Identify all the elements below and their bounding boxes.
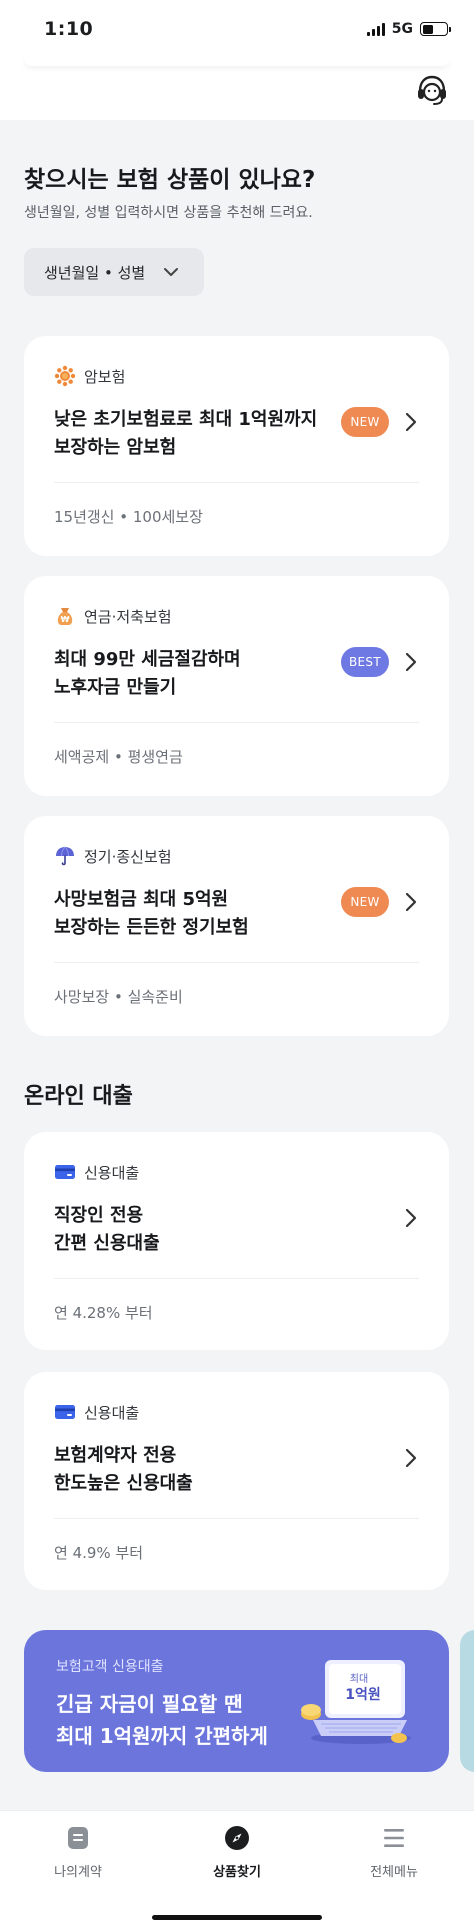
bottom-tab-bar: 나의계약 상품찾기 전체메뉴 bbox=[0, 1810, 474, 1930]
tab-label: 상품찾기 bbox=[213, 1865, 261, 1880]
sun-flower-icon bbox=[54, 365, 76, 387]
new-badge: NEW bbox=[341, 407, 389, 437]
status-bar: 1:10 5G bbox=[0, 0, 474, 58]
chevron-right-icon bbox=[405, 1448, 417, 1468]
cellular-signal-icon bbox=[366, 22, 385, 36]
chevron-down-icon bbox=[164, 268, 179, 276]
card-footer: 연 4.9% 부터 bbox=[54, 1544, 144, 1562]
banner-tag-amount: 1억원 bbox=[345, 1687, 381, 1703]
chevron-right-icon bbox=[405, 412, 417, 432]
status-time: 1:10 bbox=[44, 18, 94, 40]
tab-find-products[interactable]: 상품찾기 bbox=[177, 1825, 297, 1880]
card-title-line2: 보장하는 암보험 bbox=[54, 437, 177, 458]
card-category-label: 정기·종신보험 bbox=[84, 847, 172, 866]
card-title-line2: 간편 신용대출 bbox=[54, 1233, 160, 1254]
birthdate-gender-label: 생년월일 • 성별 bbox=[44, 263, 146, 282]
card-title: 보험계약자 전용 한도높은 신용대출 bbox=[54, 1442, 344, 1498]
tab-label: 전체메뉴 bbox=[370, 1865, 418, 1880]
network-type: 5G bbox=[391, 21, 413, 37]
hamburger-menu-icon bbox=[384, 1829, 404, 1847]
card-category-label: 신용대출 bbox=[84, 1163, 140, 1182]
card-divider bbox=[54, 482, 419, 483]
card-divider bbox=[54, 962, 419, 963]
tab-all-menu[interactable]: 전체메뉴 bbox=[334, 1825, 454, 1880]
svg-text:₩: ₩ bbox=[61, 615, 70, 624]
next-banner-peek[interactable] bbox=[460, 1630, 474, 1772]
card-title-line1: 직장인 전용 bbox=[54, 1205, 144, 1226]
banner-headline-line1: 긴급 자금이 필요할 땐 bbox=[56, 1692, 243, 1716]
best-badge: BEST bbox=[341, 647, 389, 677]
banner-tag-max: 최대 bbox=[349, 1674, 369, 1685]
loan-promo-banner[interactable]: 보험고객 신용대출 긴급 자금이 필요할 땐 최대 1억원까지 간편하게 최대 … bbox=[24, 1630, 449, 1772]
card-footer: 세액공제 • 평생연금 bbox=[54, 748, 183, 766]
card-title-line2: 보장하는 든든한 정기보험 bbox=[54, 917, 249, 938]
document-icon bbox=[68, 1827, 88, 1849]
card-title-line1: 사망보험금 최대 5억원 bbox=[54, 889, 229, 910]
money-pouch-icon: ₩ bbox=[57, 608, 73, 625]
umbrella-icon bbox=[56, 846, 74, 866]
new-badge: NEW bbox=[341, 887, 389, 917]
credit-card-icon bbox=[55, 1165, 75, 1179]
card-title-line1: 낮은 초기보험료로 최대 1억원까지 bbox=[54, 409, 318, 430]
insurance-card-cancer[interactable]: 암보험 낮은 초기보험료로 최대 1억원까지 보장하는 암보험 NEW 15년갱… bbox=[24, 336, 449, 556]
card-category: 정기·종신보험 bbox=[54, 845, 172, 867]
tab-my-contracts[interactable]: 나의계약 bbox=[18, 1825, 138, 1880]
card-category-label: 암보험 bbox=[84, 367, 126, 386]
loan-card-policyholder[interactable]: 신용대출 보험계약자 전용 한도높은 신용대출 연 4.9% 부터 bbox=[24, 1372, 449, 1590]
card-title: 낮은 초기보험료로 최대 1억원까지 보장하는 암보험 bbox=[54, 406, 344, 462]
insurance-card-pension[interactable]: ₩ 연금·저축보험 최대 99만 세금절감하며 노후자금 만들기 BEST 세액… bbox=[24, 576, 449, 796]
card-category: ₩ 연금·저축보험 bbox=[54, 605, 172, 627]
card-divider bbox=[54, 722, 419, 723]
status-indicators: 5G bbox=[366, 21, 451, 37]
compass-icon bbox=[225, 1826, 249, 1850]
insurance-section-subtitle: 생년월일, 성별 입력하시면 상품을 추천해 드려요. bbox=[24, 205, 313, 221]
card-title-line1: 최대 99만 세금절감하며 bbox=[54, 649, 241, 670]
tab-label: 나의계약 bbox=[54, 1865, 102, 1880]
card-footer: 사망보장 • 실속준비 bbox=[54, 988, 183, 1006]
home-indicator bbox=[152, 1915, 322, 1920]
card-category: 신용대출 bbox=[54, 1401, 139, 1423]
card-footer: 연 4.28% 부터 bbox=[54, 1304, 153, 1322]
chevron-right-icon bbox=[405, 652, 417, 672]
insurance-section-title: 찾으시는 보험 상품이 있나요? bbox=[24, 167, 316, 193]
chevron-right-icon bbox=[405, 1208, 417, 1228]
card-category: 암보험 bbox=[54, 365, 125, 387]
loan-section-title: 온라인 대출 bbox=[24, 1084, 133, 1109]
card-category-label: 신용대출 bbox=[84, 1403, 140, 1422]
top-header bbox=[0, 58, 474, 120]
card-title: 사망보험금 최대 5억원 보장하는 든든한 정기보험 bbox=[54, 886, 344, 942]
credit-card-icon bbox=[55, 1405, 75, 1419]
card-title: 직장인 전용 간편 신용대출 bbox=[54, 1202, 344, 1258]
battery-icon bbox=[420, 22, 451, 36]
card-title: 최대 99만 세금절감하며 노후자금 만들기 bbox=[54, 646, 344, 702]
card-title-line2: 노후자금 만들기 bbox=[54, 677, 177, 698]
customer-service-headset-icon[interactable] bbox=[414, 72, 450, 108]
banner-kicker: 보험고객 신용대출 bbox=[56, 1659, 164, 1675]
card-title-line2: 한도높은 신용대출 bbox=[54, 1473, 193, 1494]
card-divider bbox=[54, 1518, 419, 1519]
card-divider bbox=[54, 1278, 419, 1279]
card-category: 신용대출 bbox=[54, 1161, 139, 1183]
card-category-label: 연금·저축보험 bbox=[84, 607, 172, 626]
birthdate-gender-selector[interactable]: 생년월일 • 성별 bbox=[24, 248, 204, 296]
card-title-line1: 보험계약자 전용 bbox=[54, 1445, 177, 1466]
card-footer: 15년갱신 • 100세보장 bbox=[54, 508, 203, 526]
chevron-right-icon bbox=[405, 892, 417, 912]
insurance-card-term-life[interactable]: 정기·종신보험 사망보험금 최대 5억원 보장하는 든든한 정기보험 NEW 사… bbox=[24, 816, 449, 1036]
loan-card-office-worker[interactable]: 신용대출 직장인 전용 간편 신용대출 연 4.28% 부터 bbox=[24, 1132, 449, 1350]
banner-headline-line2: 최대 1억원까지 간편하게 bbox=[56, 1724, 268, 1748]
